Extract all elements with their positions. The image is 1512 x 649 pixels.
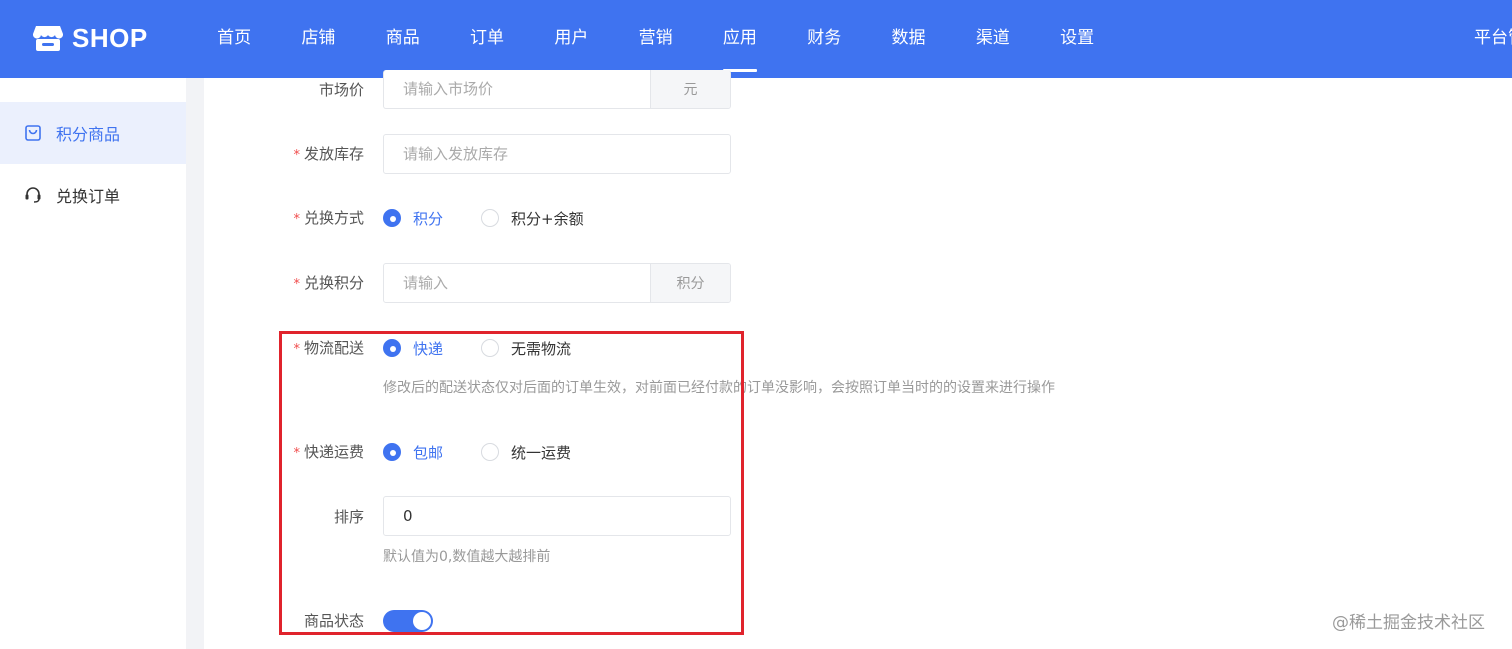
nav-store[interactable]: 店铺 [276,0,360,78]
sidebar-item-points-products[interactable]: 积分商品 [0,102,186,164]
stock-label: * 发放库存 [293,145,364,163]
sidebar-item-exchange-orders[interactable]: 兑换订单 [0,164,186,226]
nav-products[interactable]: 商品 [361,0,445,78]
sidebar: 积分商品 兑换订单 [0,78,186,649]
logo[interactable]: SHOP [33,22,148,54]
nav-marketing[interactable]: 营销 [613,0,697,78]
logo-text: SHOP [72,22,148,53]
exchange-points-label: * 兑换积分 [293,274,364,292]
exchange-mode-radio-group: 积分 积分+余额 [383,207,622,229]
nav-orders[interactable]: 订单 [445,0,529,78]
main-nav: 首页 店铺 商品 订单 用户 营销 应用 财务 数据 渠道 设置 [192,0,1119,78]
stock-input[interactable] [384,135,730,173]
exchange-points-suffix: 积分 [650,264,730,302]
nav-apps[interactable]: 应用 [698,0,782,78]
exchange-mode-points-balance-radio[interactable]: 积分+余额 [481,208,584,229]
bag-icon [25,125,41,141]
nav-home[interactable]: 首页 [192,0,276,78]
sidebar-divider [186,78,204,649]
headset-icon [25,187,41,203]
sidebar-item-label: 积分商品 [56,125,121,144]
nav-settings[interactable]: 设置 [1035,0,1119,78]
nav-users[interactable]: 用户 [529,0,613,78]
radio-dot [383,209,401,227]
watermark: @稀土掘金技术社区 [1332,613,1485,633]
exchange-points-field[interactable]: 积分 [383,263,731,303]
nav-channels[interactable]: 渠道 [951,0,1035,78]
top-navigation-bar: SHOP 首页 店铺 商品 订单 用户 营销 应用 财务 数据 渠道 设置 平台… [0,0,1512,78]
exchange-points-input[interactable] [384,264,650,302]
highlight-box [279,331,744,635]
stock-field[interactable] [383,134,731,174]
exchange-mode-label: * 兑换方式 [293,209,364,227]
radio-dot [481,209,500,227]
exchange-mode-points-radio[interactable]: 积分 [383,208,443,229]
market-price-label: 市场价 [318,81,364,99]
store-icon [33,26,63,51]
nav-data[interactable]: 数据 [866,0,950,78]
platform-link[interactable]: 平台管 [1474,0,1512,76]
market-price-suffix: 元 [650,70,730,108]
market-price-field[interactable]: 元 [383,70,731,109]
nav-finance[interactable]: 财务 [782,0,866,78]
market-price-input[interactable] [384,70,650,108]
sidebar-item-label: 兑换订单 [56,187,121,206]
